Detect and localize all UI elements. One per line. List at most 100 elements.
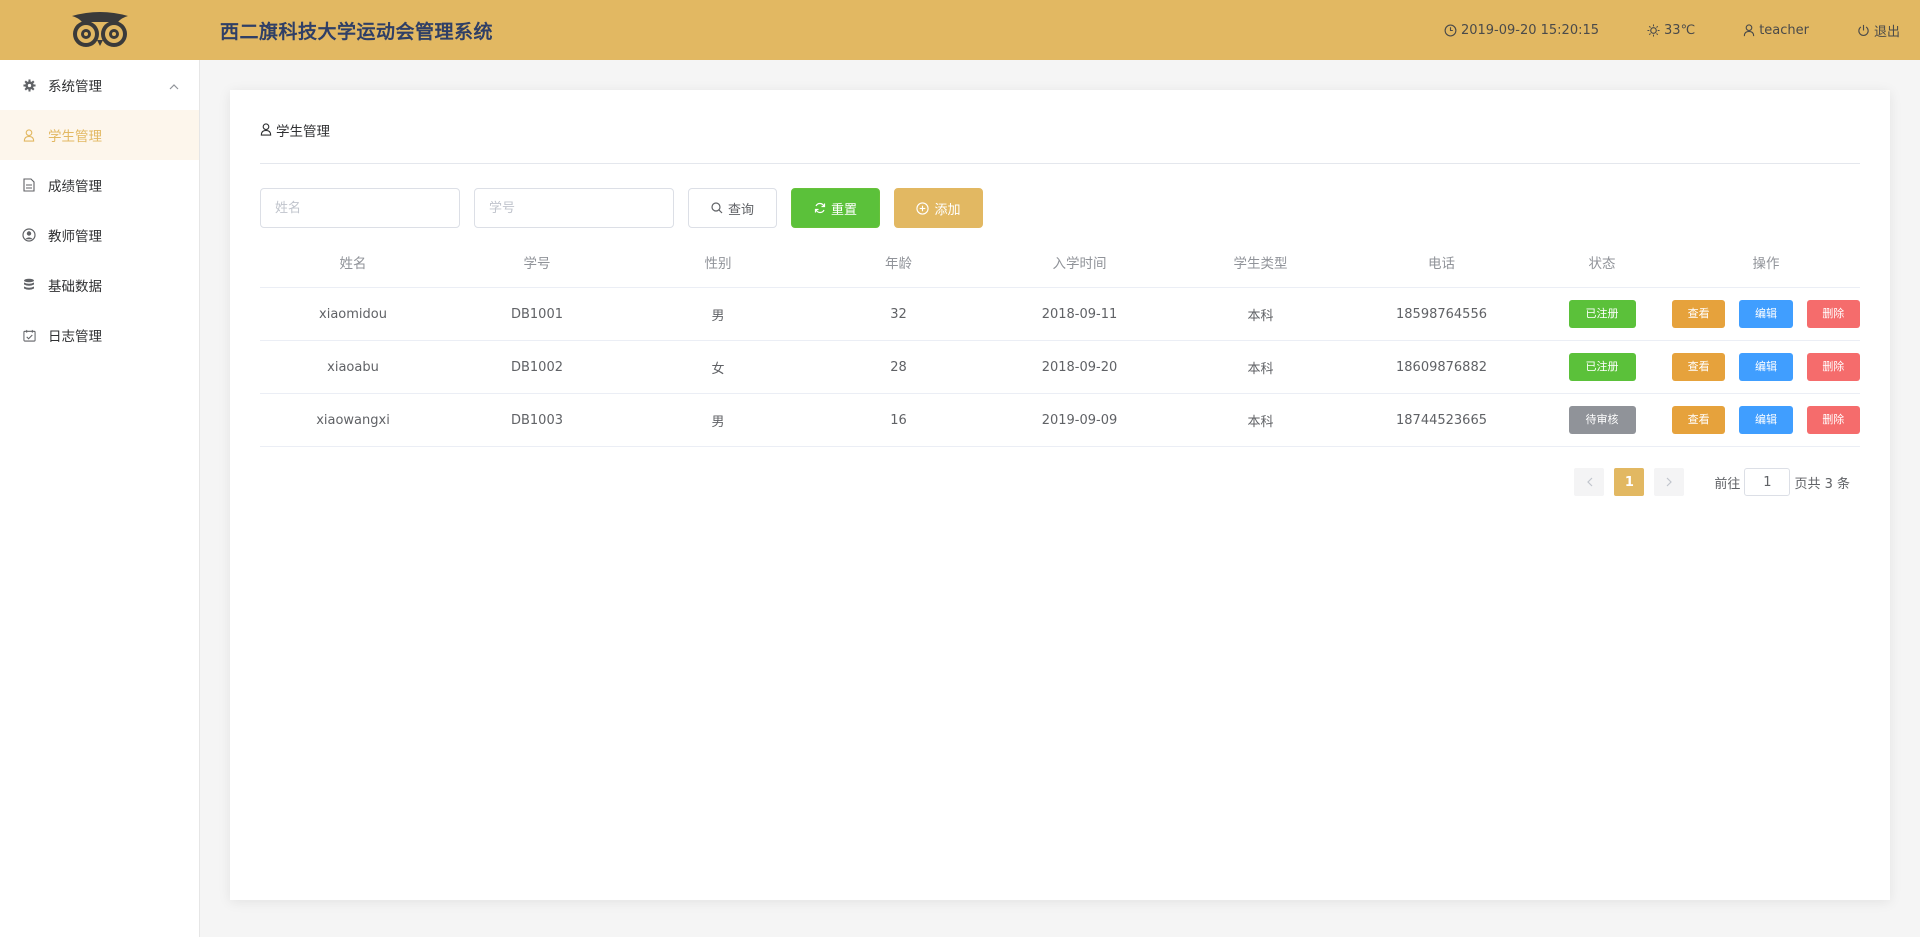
view-button[interactable]: 查看 xyxy=(1672,353,1726,381)
sidebar-item-label: 教师管理 xyxy=(48,229,102,245)
query-label: 查询 xyxy=(727,202,754,218)
view-button[interactable]: 查看 xyxy=(1672,406,1726,434)
prev-page-button[interactable] xyxy=(1574,468,1605,496)
logout-button[interactable]: 退出 xyxy=(1857,21,1900,40)
sidebar-item-scores[interactable]: 成绩管理 xyxy=(0,160,199,210)
cell-student-id: DB1003 xyxy=(510,412,563,428)
delete-button[interactable]: 删除 xyxy=(1806,406,1860,434)
cell-phone: 18598764556 xyxy=(1396,306,1487,322)
weather-display: 33℃ xyxy=(1647,23,1695,38)
chevron-right-icon xyxy=(1666,477,1672,487)
edit-button[interactable]: 编辑 xyxy=(1739,406,1793,434)
goto-page: 前往 页 共 3 条 xyxy=(1714,468,1850,496)
status-badge: 待审核 xyxy=(1568,406,1636,434)
chevron-up-icon xyxy=(169,78,179,94)
top-header: 西二旗科技大学运动会管理系统 2019-09-20 15:20:15 33℃ t… xyxy=(0,0,1920,60)
cell-enroll-date: 2018-09-20 xyxy=(1041,359,1118,375)
sidebar-item-label: 成绩管理 xyxy=(48,179,102,195)
cell-phone: 18609876882 xyxy=(1396,359,1487,375)
user-icon xyxy=(1743,23,1755,36)
cell-name: xiaomidou xyxy=(319,306,387,322)
next-page-button[interactable] xyxy=(1654,468,1685,496)
table-row: xiaowangxi DB1003 男 16 2019-09-09 本科 187… xyxy=(260,394,1860,447)
gear-icon xyxy=(22,78,36,92)
column-header: 入学时间 xyxy=(1052,256,1107,272)
sidebar: 系统管理 学生管理 成绩管理 教师管理 基础数据 日志管理 xyxy=(0,60,200,937)
table-header-row: 姓名 学号 性别 年龄 入学时间 学生类型 电话 状态 操作 xyxy=(260,250,1860,288)
cell-student-type: 本科 xyxy=(1247,414,1274,430)
cell-actions: 查看 编辑 删除 xyxy=(1672,300,1860,328)
search-toolbar: 查询 重置 添加 xyxy=(260,188,997,228)
sidebar-item-logs[interactable]: 日志管理 xyxy=(0,310,199,360)
user-display[interactable]: teacher xyxy=(1743,23,1809,38)
column-header: 学号 xyxy=(523,256,551,272)
sidebar-item-label: 基础数据 xyxy=(48,279,102,295)
total-count: 共 3 条 xyxy=(1807,476,1850,492)
cell-gender: 男 xyxy=(711,414,725,430)
content-card: 学生管理 查询 重置 添加 姓名 学号 性别 年龄 入学时间 学生类型 电话 状… xyxy=(230,90,1890,900)
user-icon xyxy=(22,128,36,142)
cell-enroll-date: 2018-09-11 xyxy=(1041,306,1118,322)
document-icon xyxy=(22,178,36,192)
reset-label: 重置 xyxy=(830,202,857,218)
column-header: 操作 xyxy=(1752,256,1780,272)
column-header: 状态 xyxy=(1588,256,1616,272)
query-button[interactable]: 查询 xyxy=(688,188,777,228)
column-header: 电话 xyxy=(1428,256,1455,272)
edit-button[interactable]: 编辑 xyxy=(1739,353,1793,381)
goto-page-input[interactable] xyxy=(1744,468,1791,496)
cell-student-type: 本科 xyxy=(1247,308,1274,324)
cell-student-id: DB1002 xyxy=(510,359,563,375)
cell-age: 16 xyxy=(890,412,907,428)
chevron-left-icon xyxy=(1587,477,1593,487)
username-text: teacher xyxy=(1759,22,1809,38)
plus-circle-icon xyxy=(916,201,930,215)
view-button[interactable]: 查看 xyxy=(1672,300,1726,328)
cell-name: xiaowangxi xyxy=(316,412,390,428)
database-icon xyxy=(22,278,36,292)
logout-label: 退出 xyxy=(1873,24,1900,40)
status-badge: 已注册 xyxy=(1568,300,1636,328)
cell-age: 32 xyxy=(890,306,907,322)
power-icon xyxy=(1858,24,1869,36)
sidebar-item-teachers[interactable]: 教师管理 xyxy=(0,210,199,260)
cell-name: xiaoabu xyxy=(327,359,379,375)
page-title: 学生管理 xyxy=(260,120,1860,164)
clock-icon xyxy=(1444,24,1457,36)
reset-button[interactable]: 重置 xyxy=(791,188,880,228)
cell-enroll-date: 2019-09-09 xyxy=(1041,412,1118,428)
sidebar-item-label: 日志管理 xyxy=(48,329,102,345)
app-title: 西二旗科技大学运动会管理系统 xyxy=(220,20,494,43)
add-button[interactable]: 添加 xyxy=(894,188,983,228)
sidebar-item-label: 系统管理 xyxy=(48,79,102,95)
delete-button[interactable]: 删除 xyxy=(1806,353,1860,381)
sidebar-item-basedata[interactable]: 基础数据 xyxy=(0,260,199,310)
sidebar-item-label: 学生管理 xyxy=(48,129,102,145)
cell-status: 已注册 xyxy=(1532,300,1672,328)
sidebar-item-students[interactable]: 学生管理 xyxy=(0,110,199,160)
name-search-input[interactable] xyxy=(260,188,460,228)
cell-student-id: DB1001 xyxy=(510,306,563,322)
user-circle-icon xyxy=(22,228,36,242)
cell-phone: 18744523665 xyxy=(1396,412,1487,428)
id-search-input[interactable] xyxy=(474,188,674,228)
weather-text: 33℃ xyxy=(1664,22,1696,38)
page-title-text: 学生管理 xyxy=(276,124,330,140)
table-row: xiaomidou DB1001 男 32 2018-09-11 本科 1859… xyxy=(260,288,1860,341)
cell-gender: 男 xyxy=(711,308,725,324)
cell-status: 已注册 xyxy=(1532,353,1672,381)
delete-button[interactable]: 删除 xyxy=(1806,300,1860,328)
sidebar-item-system[interactable]: 系统管理 xyxy=(0,60,199,110)
edit-button[interactable]: 编辑 xyxy=(1739,300,1793,328)
cell-status: 待审核 xyxy=(1532,406,1672,434)
sun-icon xyxy=(1647,23,1660,37)
cell-age: 28 xyxy=(890,359,907,375)
datetime-display: 2019-09-20 15:20:15 xyxy=(1444,23,1599,38)
refresh-icon xyxy=(814,202,826,214)
page-number-current[interactable]: 1 xyxy=(1614,468,1645,496)
column-header: 学生类型 xyxy=(1233,256,1288,272)
column-header: 姓名 xyxy=(339,256,367,272)
datetime-text: 2019-09-20 15:20:15 xyxy=(1460,22,1600,38)
cell-student-type: 本科 xyxy=(1247,361,1274,377)
column-header: 年龄 xyxy=(885,256,912,272)
